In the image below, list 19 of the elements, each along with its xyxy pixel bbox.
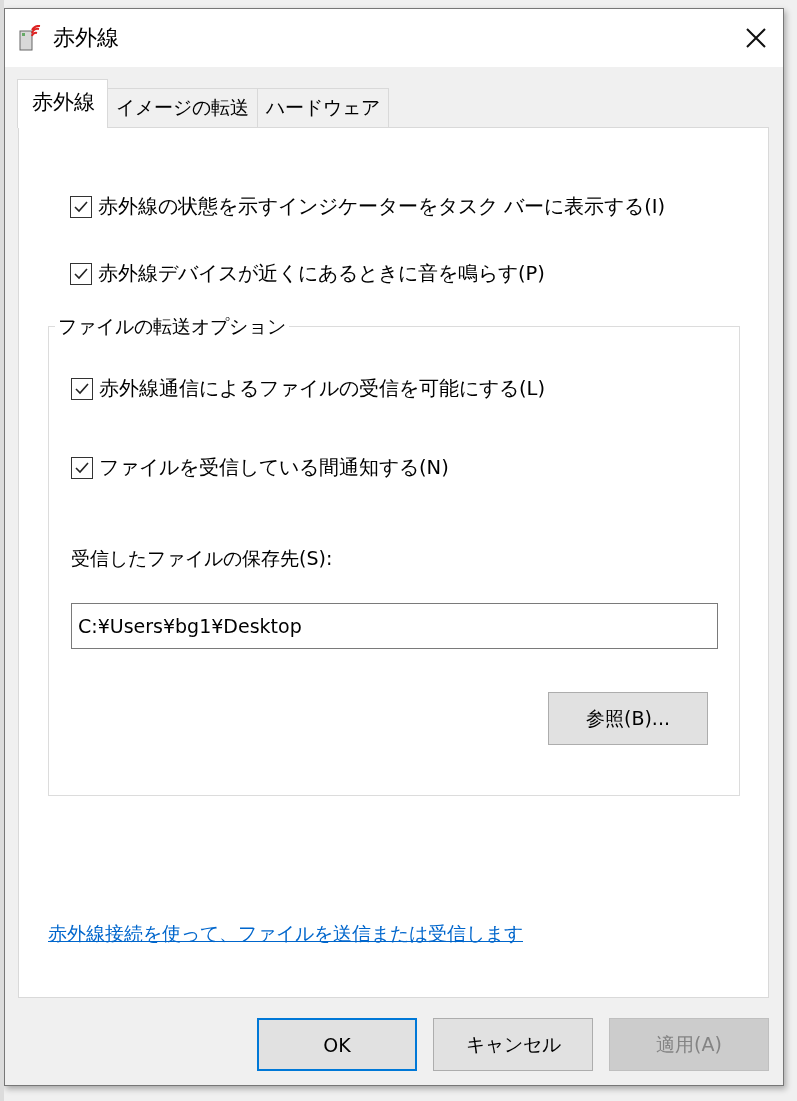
dialog-button[interactable]: キャンセル — [433, 1018, 593, 1071]
infrared-device-icon — [19, 25, 43, 51]
field-label: 受信したファイルの保存先(S): — [71, 546, 334, 571]
checkbox[interactable] — [70, 195, 92, 218]
checkbox-label: 赤外線デバイスが近くにあるときに音を鳴らす(P) — [98, 261, 545, 287]
checkbox[interactable] — [71, 377, 93, 400]
dialog-button[interactable]: OK — [257, 1018, 417, 1071]
checkbox[interactable] — [71, 456, 93, 479]
tab[interactable]: ハードウェア — [257, 88, 389, 127]
input-field[interactable]: C:¥Users¥bg1¥Desktop — [71, 603, 718, 649]
tab[interactable]: 赤外線 — [17, 79, 108, 128]
close-icon[interactable] — [745, 27, 767, 49]
browse-button[interactable]: 参照(B)... — [548, 692, 708, 745]
checkbox-label: 赤外線通信によるファイルの受信を可能にする(L) — [99, 376, 546, 402]
checkbox[interactable] — [70, 262, 92, 285]
checkbox-label: ファイルを受信している間通知する(N) — [99, 455, 449, 481]
link[interactable]: 赤外線接続を使って、ファイルを送信または受信します — [48, 921, 740, 947]
window-title: 赤外線 — [53, 24, 120, 52]
checkbox-label: 赤外線の状態を示すインジケーターをタスク バーに表示する(I) — [98, 194, 666, 220]
